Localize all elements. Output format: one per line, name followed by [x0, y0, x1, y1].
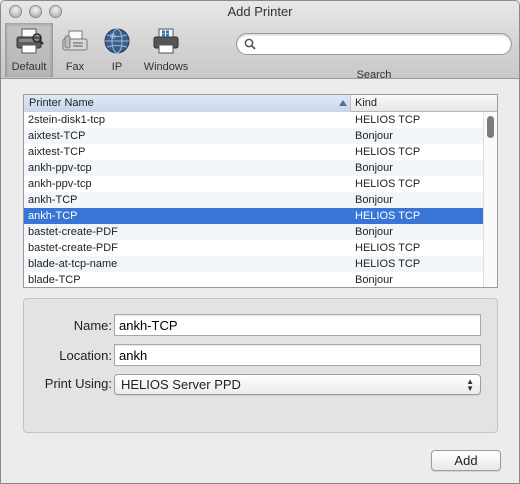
table-row[interactable]: 2stein-disk1-tcp HELIOS TCP: [24, 112, 483, 128]
popup-arrows-icon: ▲ ▼: [466, 377, 474, 393]
printer-kind-cell: HELIOS TCP: [355, 114, 421, 126]
search-label: Search: [356, 69, 392, 81]
printer-name-cell: bastet-create-PDF: [28, 226, 118, 238]
printer-kind-cell: Bonjour: [355, 194, 393, 206]
column-header-kind[interactable]: Kind: [355, 97, 377, 109]
table-row[interactable]: blade-TCP Bonjour: [24, 272, 483, 287]
column-header-printer-name[interactable]: Printer Name: [29, 97, 349, 109]
print-using-value: HELIOS Server PPD: [121, 377, 241, 392]
printer-list-table[interactable]: Printer Name Kind 2stein-disk1-tcp HELIOS…: [23, 94, 498, 288]
location-field[interactable]: [114, 344, 481, 366]
printer-kind-cell: HELIOS TCP: [355, 146, 421, 158]
toolbar-fax-label: Fax: [65, 61, 85, 73]
search-icon: [244, 38, 256, 50]
printer-name-cell: aixtest-TCP: [28, 146, 86, 158]
printer-kind-cell: Bonjour: [355, 162, 393, 174]
toolbar-ip-button[interactable]: IP: [97, 23, 137, 77]
printer-name-cell: ankh-TCP: [28, 210, 78, 222]
sort-ascending-icon: [339, 100, 347, 106]
table-row[interactable]: bastet-create-PDF HELIOS TCP: [24, 240, 483, 256]
table-row[interactable]: ankh-ppv-tcp HELIOS TCP: [24, 176, 483, 192]
printer-name-cell: ankh-ppv-tcp: [28, 162, 92, 174]
search-input[interactable]: [259, 37, 504, 52]
printer-name-cell: ankh-ppv-tcp: [28, 178, 92, 190]
globe-icon: [104, 28, 130, 54]
print-using-label: Print Using:: [44, 376, 112, 391]
print-using-popup[interactable]: HELIOS Server PPD ▲ ▼: [114, 374, 481, 395]
table-row[interactable]: aixtest-TCP HELIOS TCP: [24, 144, 483, 160]
add-printer-window: Add Printer Default Fax IP Windows Searc…: [0, 0, 520, 484]
printer-name-cell: bastet-create-PDF: [28, 242, 118, 254]
window-title: Add Printer: [227, 4, 293, 19]
table-row[interactable]: aixtest-TCP Bonjour: [24, 128, 483, 144]
printer-kind-cell: HELIOS TCP: [355, 178, 421, 190]
printer-name-cell: 2stein-disk1-tcp: [28, 114, 106, 126]
column-divider: [350, 95, 351, 112]
table-row[interactable]: blade-at-tcp-name HELIOS TCP: [24, 256, 483, 272]
toolbar-windows-label: Windows: [143, 61, 189, 73]
vertical-scrollbar[interactable]: [483, 112, 497, 287]
printer-kind-cell: Bonjour: [355, 226, 393, 238]
table-row[interactable]: ankh-TCP Bonjour: [24, 192, 483, 208]
printer-name-cell: ankh-TCP: [28, 194, 78, 206]
windows-printer-icon: [153, 28, 179, 54]
table-row[interactable]: ankh-ppv-tcp Bonjour: [24, 160, 483, 176]
printer-name-cell: blade-TCP: [28, 274, 81, 286]
printer-kind-cell: HELIOS TCP: [355, 242, 421, 254]
table-rows: 2stein-disk1-tcp HELIOS TCP aixtest-TCP Bon…: [24, 112, 483, 287]
titlebar-toolbar: Add Printer Default Fax IP Windows Searc…: [1, 1, 519, 81]
add-button[interactable]: Add: [431, 450, 501, 471]
toolbar-windows-button[interactable]: Windows: [139, 23, 193, 77]
search-area: Search: [236, 33, 512, 81]
scrollbar-thumb[interactable]: [487, 116, 494, 138]
printer-kind-cell: HELIOS TCP: [355, 258, 421, 270]
table-row[interactable]: ankh-TCP HELIOS TCP: [24, 208, 483, 224]
table-row[interactable]: bastet-create-PDF Bonjour: [24, 224, 483, 240]
fax-icon: [62, 30, 88, 51]
toolbar-ip-label: IP: [111, 61, 123, 73]
toolbar-default-label: Default: [11, 61, 47, 73]
printer-name-cell: aixtest-TCP: [28, 130, 86, 142]
location-label: Location:: [59, 348, 112, 363]
search-field[interactable]: [236, 33, 512, 55]
printer-kind-cell: Bonjour: [355, 130, 393, 142]
printer-kind-cell: HELIOS TCP: [355, 210, 421, 222]
toolbar-fax-button[interactable]: Fax: [57, 23, 93, 77]
printer-kind-cell: Bonjour: [355, 274, 393, 286]
printer-details-group: Name: Location: Print Using: HELIOS Serv…: [23, 298, 498, 433]
printer-icon: [16, 28, 44, 54]
name-label: Name:: [73, 318, 112, 333]
toolbar-default-button[interactable]: Default: [5, 23, 53, 77]
name-field[interactable]: [114, 314, 481, 336]
printer-name-cell: blade-at-tcp-name: [28, 258, 118, 270]
table-header: Printer Name Kind: [24, 95, 497, 112]
